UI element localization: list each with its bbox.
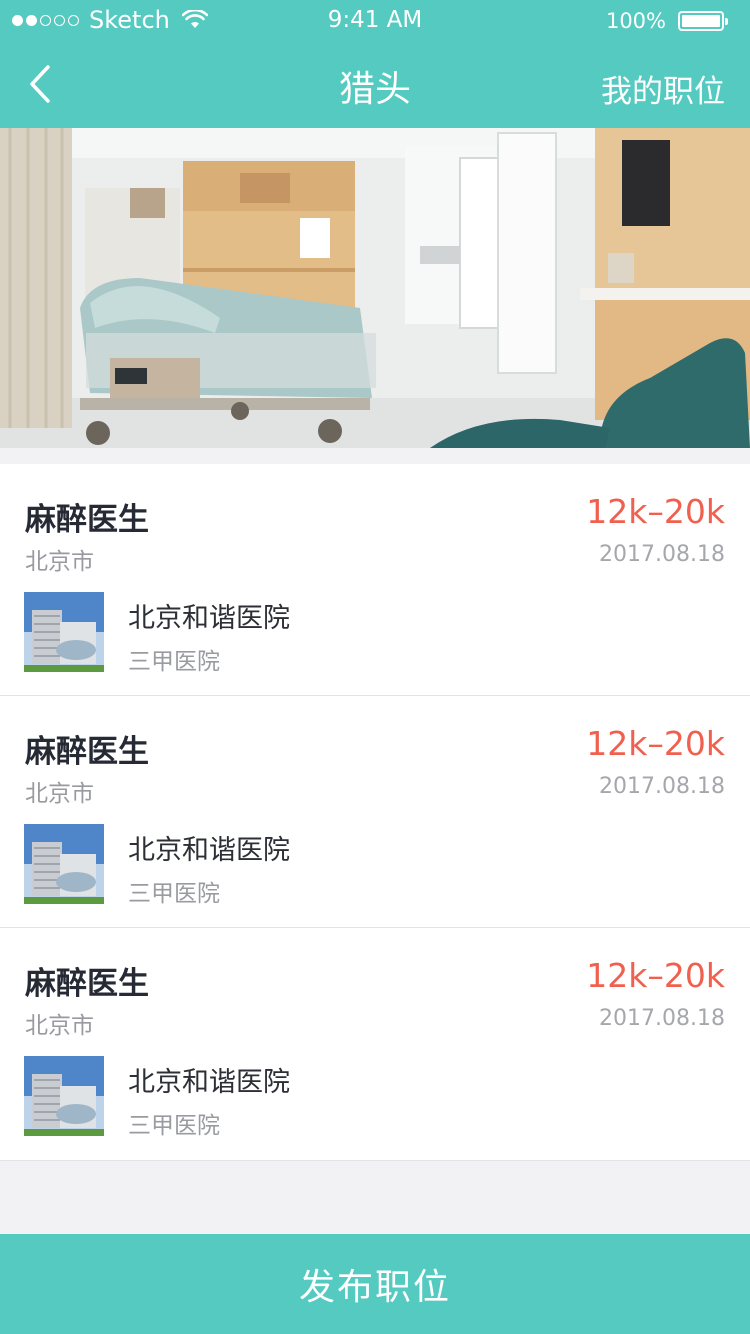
job-card[interactable]: 麻醉医生 12k–20k 北京市 2017.08.18 北京和谐医院 三甲医院 xyxy=(0,464,750,696)
hospital-thumbnail xyxy=(24,1056,104,1136)
hospital-name: 北京和谐医院 xyxy=(128,603,290,634)
hospital-grade: 三甲医院 xyxy=(128,649,220,675)
hospital-grade: 三甲医院 xyxy=(128,1113,220,1139)
job-card[interactable]: 麻醉医生 12k–20k 北京市 2017.08.18 北京和谐医院 三甲医院 xyxy=(0,696,750,928)
nav-bar: 猎头 我的职位 xyxy=(0,40,750,128)
job-salary: 12k–20k xyxy=(586,724,725,763)
hospital-name: 北京和谐医院 xyxy=(128,835,290,866)
job-date: 2017.08.18 xyxy=(599,774,725,799)
battery-group: 100% xyxy=(605,9,728,33)
battery-percent: 100% xyxy=(605,9,666,33)
job-salary: 12k–20k xyxy=(586,956,725,995)
back-button[interactable] xyxy=(28,62,68,106)
status-bar: Sketch 9:41 AM 100% xyxy=(0,0,750,40)
job-city: 北京市 xyxy=(25,549,94,575)
job-card[interactable]: 麻醉医生 12k–20k 北京市 2017.08.18 北京和谐医院 三甲医院 xyxy=(0,928,750,1161)
hospital-name: 北京和谐医院 xyxy=(128,1067,290,1098)
job-title: 麻醉医生 xyxy=(25,966,149,1002)
hospital-room-illustration xyxy=(0,128,750,448)
job-date: 2017.08.18 xyxy=(599,1006,725,1031)
battery-icon xyxy=(678,11,728,31)
job-salary: 12k–20k xyxy=(586,492,725,531)
hospital-thumbnail xyxy=(24,592,104,672)
job-title: 麻醉医生 xyxy=(25,734,149,770)
hospital-grade: 三甲医院 xyxy=(128,881,220,907)
job-title: 麻醉医生 xyxy=(25,502,149,538)
job-date: 2017.08.18 xyxy=(599,542,725,567)
back-chevron-icon xyxy=(30,65,50,103)
banner-image[interactable] xyxy=(0,128,750,448)
publish-job-button[interactable]: 发布职位 xyxy=(0,1234,750,1334)
hospital-thumbnail xyxy=(24,824,104,904)
my-jobs-button[interactable]: 我的职位 xyxy=(601,66,725,111)
job-city: 北京市 xyxy=(25,781,94,807)
job-city: 北京市 xyxy=(25,1013,94,1039)
job-list: 麻醉医生 12k–20k 北京市 2017.08.18 北京和谐医院 三甲医院 … xyxy=(0,464,750,1161)
